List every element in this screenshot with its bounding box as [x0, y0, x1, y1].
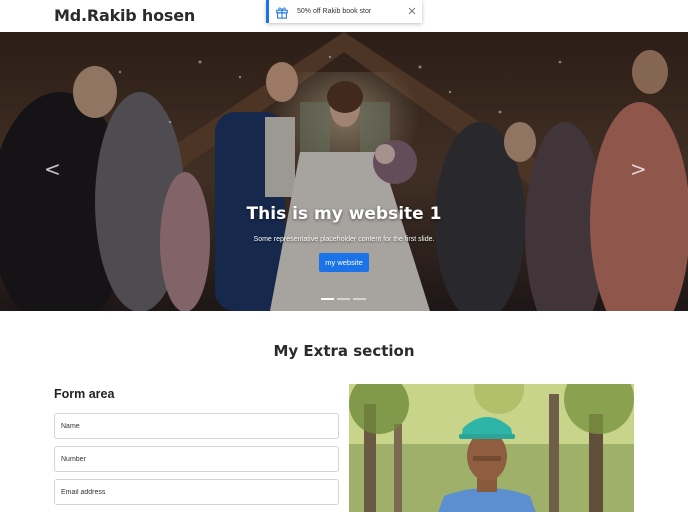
profile-photo [349, 384, 634, 512]
carousel-indicators [321, 298, 366, 300]
number-field[interactable] [54, 446, 339, 472]
close-icon[interactable] [406, 5, 418, 17]
hero-carousel: < > This is my website 1 Some representa… [0, 32, 688, 311]
brand-title[interactable]: Md.Rakib hosen [54, 6, 195, 25]
promo-toast: 50% off Rakib book stor [266, 0, 422, 23]
slide-caption: This is my website 1 Some representative… [0, 204, 688, 272]
carousel-indicator-3[interactable] [353, 298, 366, 300]
form-title: Form area [54, 387, 115, 401]
toast-message: 50% off Rakib book stor [297, 8, 372, 15]
carousel-next-button[interactable]: > [630, 157, 647, 181]
carousel-indicator-1[interactable] [321, 298, 334, 300]
gift-icon [276, 6, 288, 19]
email-field[interactable] [54, 479, 339, 505]
carousel-indicator-2[interactable] [337, 298, 350, 300]
section-title: My Extra section [273, 342, 415, 360]
name-field[interactable] [54, 413, 339, 439]
slide-title: This is my website 1 [246, 204, 442, 224]
slide-text: Some representative placeholder content … [253, 236, 435, 243]
my-website-button[interactable]: my website [319, 253, 369, 272]
carousel-prev-button[interactable]: < [44, 157, 61, 181]
